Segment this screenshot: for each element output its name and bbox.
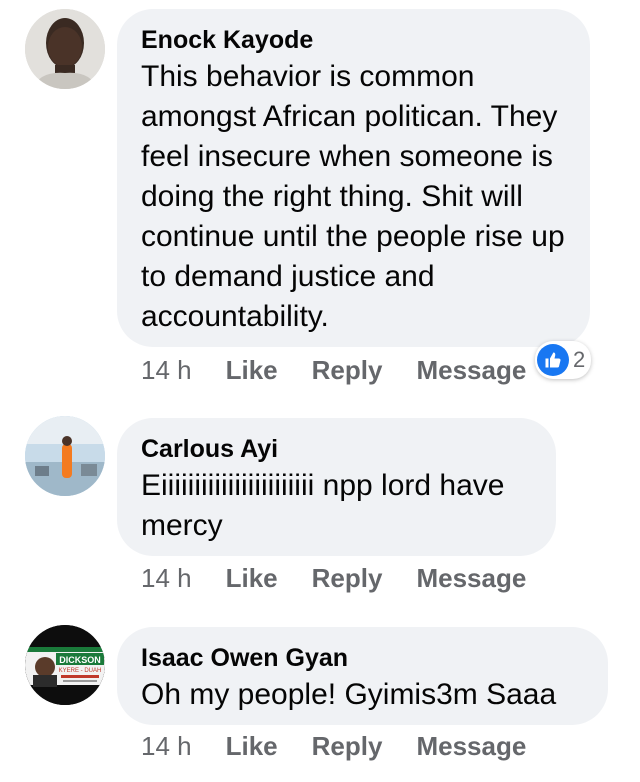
comment-timestamp[interactable]: 14 h — [141, 731, 192, 762]
like-button[interactable]: Like — [226, 731, 278, 762]
avatar[interactable]: DICKSON KYERE - DUAH — [25, 625, 105, 705]
reply-button[interactable]: Reply — [312, 731, 383, 762]
comment-actions: 14 h Like Reply Message — [141, 729, 560, 763]
message-button[interactable]: Message — [416, 731, 526, 762]
comment-author[interactable]: Isaac Owen Gyan — [141, 641, 584, 675]
comment-text: Oh my people! Gyimis3m Saaa — [141, 678, 557, 711]
avatar-name-text: DICKSON — [59, 655, 101, 665]
comment-bubble: Isaac Owen Gyan Oh my people! Gyimis3m S… — [117, 627, 608, 725]
comment-item: DICKSON KYERE - DUAH Isaac Owen Gyan Oh … — [0, 0, 640, 782]
avatar-subname-text: KYERE - DUAH — [59, 668, 102, 674]
avatar-campaign-icon: DICKSON KYERE - DUAH — [25, 625, 105, 705]
